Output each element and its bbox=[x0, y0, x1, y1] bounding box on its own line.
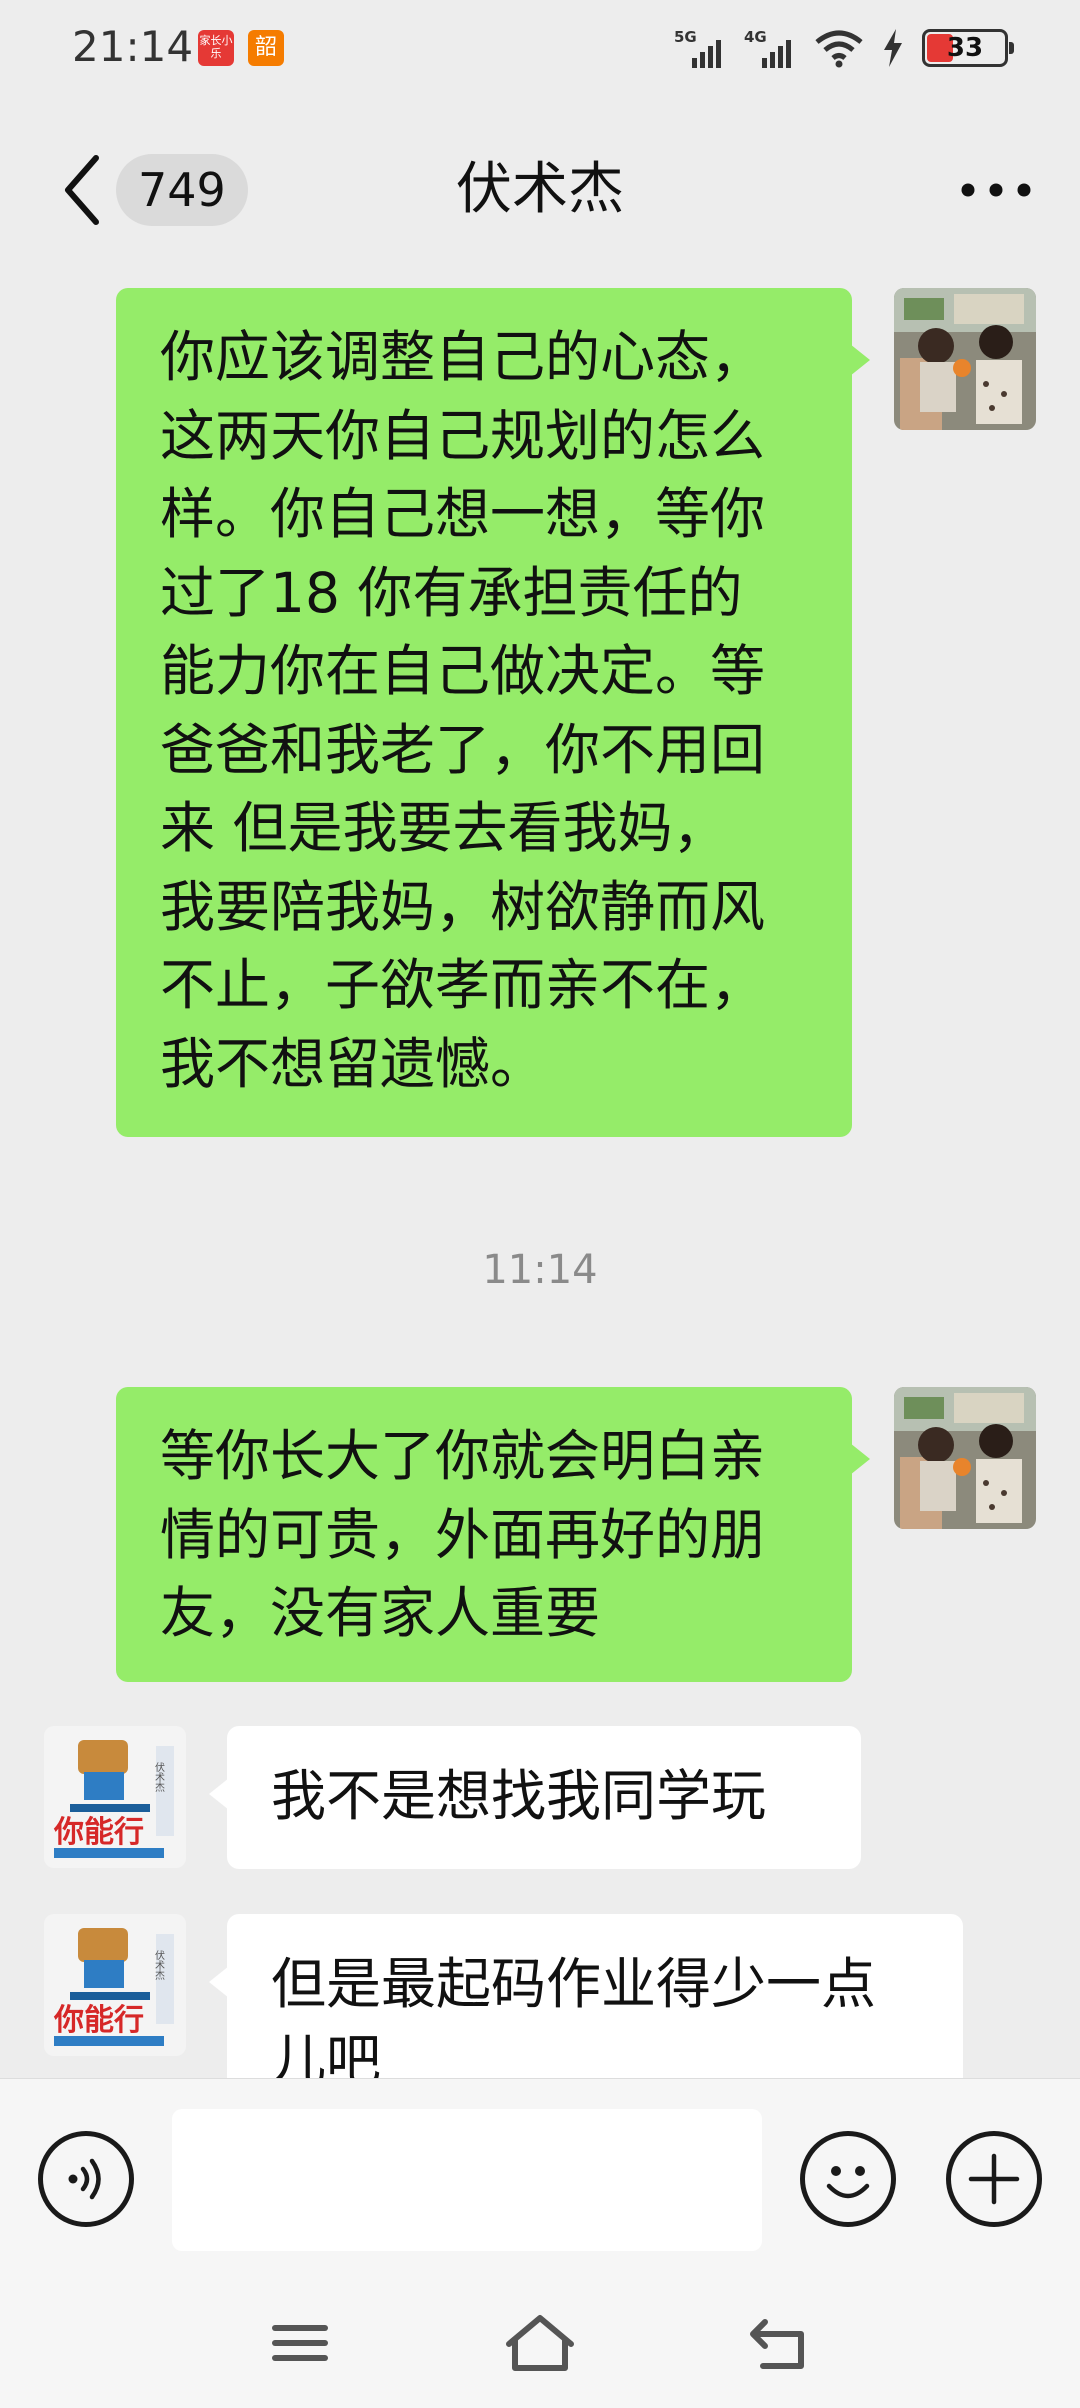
contact-avatar[interactable]: 你能行 伏术杰 bbox=[44, 1914, 186, 2056]
avatar-side-text: 伏术杰 bbox=[153, 1949, 165, 1981]
voice-icon bbox=[68, 2158, 101, 2200]
battery-level: 33 bbox=[946, 33, 984, 63]
back-icon bbox=[750, 2319, 804, 2369]
plus-icon bbox=[968, 2153, 1020, 2205]
avatar-side-text: 伏术杰 bbox=[153, 1761, 165, 1793]
menu-button[interactable] bbox=[255, 2308, 345, 2378]
system-navigation-bar bbox=[0, 2278, 1080, 2408]
app-notification-icon: 家长小乐 bbox=[198, 30, 234, 66]
plus-button[interactable] bbox=[946, 2131, 1042, 2227]
signal-5g-icon: 5G bbox=[674, 28, 726, 68]
voice-button[interactable] bbox=[38, 2131, 134, 2227]
avatar-logo-icon: 你能行 伏术杰 bbox=[44, 1914, 186, 2056]
app-notification-icon-2: 韶 bbox=[248, 30, 284, 66]
home-button[interactable] bbox=[495, 2308, 585, 2378]
emoji-button[interactable] bbox=[800, 2131, 896, 2227]
avatar-photo-icon bbox=[894, 1387, 1036, 1529]
message-bubble-sent[interactable]: 你应该调整自己的心态， 这两天你自己规划的怎么 样。你自己想一想，等你 过了18… bbox=[116, 288, 870, 1137]
input-bar bbox=[0, 2078, 1080, 2278]
my-avatar[interactable] bbox=[894, 1387, 1036, 1529]
message-timestamp: 11:14 bbox=[482, 1247, 598, 1293]
charging-icon bbox=[884, 29, 902, 67]
avatar-banner-text: 你能行 bbox=[53, 1815, 144, 1850]
avatar-banner-text: 你能行 bbox=[53, 2003, 144, 2038]
back-nav-button[interactable] bbox=[735, 2308, 825, 2378]
status-bar: 21:14 家长小乐 韶 5G 4G 33 bbox=[0, 0, 1080, 100]
menu-icon bbox=[272, 2325, 328, 2361]
wifi-icon bbox=[815, 30, 863, 68]
battery-icon: 33 bbox=[922, 29, 1014, 67]
app-badge-label: 家长小乐 bbox=[199, 34, 233, 60]
home-icon bbox=[506, 2315, 574, 2371]
message-input[interactable] bbox=[172, 2109, 762, 2251]
chat-title: 伏术杰 bbox=[456, 157, 624, 222]
chat-header: 749 伏术杰 bbox=[0, 130, 1080, 250]
avatar-photo-icon bbox=[894, 288, 1036, 430]
message-bubble-received[interactable]: 我不是想找我同学玩 bbox=[209, 1726, 861, 1869]
contact-avatar[interactable]: 你能行 伏术杰 bbox=[44, 1726, 186, 1868]
more-button[interactable] bbox=[956, 168, 1036, 212]
app-badge-label-2: 韶 bbox=[254, 35, 277, 60]
status-time: 21:14 bbox=[72, 22, 194, 71]
more-dots-icon bbox=[961, 183, 1031, 197]
avatar-logo-icon: 你能行 伏术杰 bbox=[44, 1726, 186, 1868]
my-avatar[interactable] bbox=[894, 288, 1036, 430]
status-icons: 5G 4G 33 bbox=[674, 28, 1014, 68]
message-bubble-sent[interactable]: 等你长大了你就会明白亲 情的可贵，外面再好的朋 友，没有家人重要 bbox=[116, 1387, 870, 1682]
signal-4g-icon: 4G bbox=[744, 28, 796, 68]
emoji-icon bbox=[826, 2166, 870, 2199]
